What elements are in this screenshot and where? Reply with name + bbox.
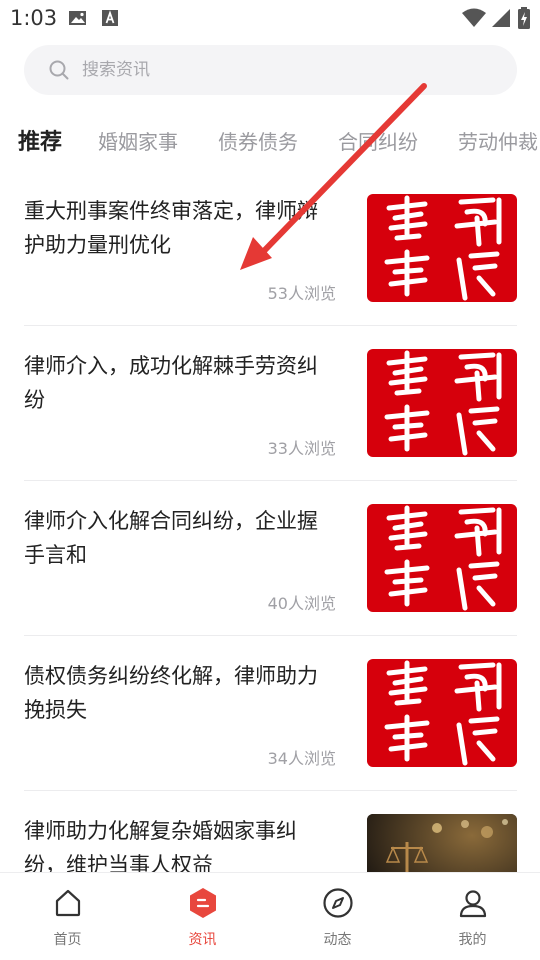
divider [24,325,517,326]
divider [24,790,517,791]
calligraphy-image [384,660,502,766]
nav-item-news[interactable]: 资讯 [135,873,270,960]
article-thumbnail [367,814,517,872]
a-notification-icon [102,10,118,26]
article-title: 律师介入，成功化解棘手劳资纠纷 [24,354,318,412]
scales-photo [367,814,517,872]
article-views: 34人浏览 [267,749,336,768]
nav-label: 首页 [53,932,82,948]
article-title: 重大刑事案件终审落定，律师辩护助力量刑优化 [24,199,318,257]
signal-icon [492,9,510,27]
battery-charging-icon [518,7,530,29]
article-thumbnail [367,504,517,612]
calligraphy-image [384,505,502,611]
status-time: 1:03 [10,6,58,30]
article-title: 律师助力化解复杂婚姻家事纠纷，维护当事人权益 [24,819,297,872]
news-icon [189,888,216,918]
tab-marriage-family[interactable]: 婚姻家事 [98,126,178,155]
tab-recommend[interactable]: 推荐 [18,124,62,156]
nav-label: 资讯 [188,932,217,948]
article-thumbnail [367,349,517,457]
status-bar: 1:03 [0,0,540,36]
article-title: 律师介入化解合同纠纷，企业握手言和 [24,509,318,567]
tab-labor-arbitration[interactable]: 劳动仲裁 [458,126,538,155]
profile-icon [459,890,486,918]
tab-debt[interactable]: 债券债务 [218,126,298,155]
wifi-icon [462,8,486,27]
article-thumbnail [367,659,517,767]
article-title: 债权债务纠纷终化解，律师助力挽损失 [24,664,318,722]
bottom-nav: 首页 资讯 动态 我的 [0,872,540,960]
nav-label: 动态 [323,932,352,948]
nav-item-profile[interactable]: 我的 [405,873,540,960]
article-thumbnail [367,194,517,302]
article-views: 40人浏览 [267,594,336,613]
tab-contract-dispute[interactable]: 合同纠纷 [338,126,418,155]
calligraphy-image [384,195,502,301]
search-input[interactable] [82,55,482,85]
divider [24,635,517,636]
article-views: 53人浏览 [267,284,336,303]
home-icon [55,889,80,917]
article-views: 33人浏览 [267,439,336,458]
nav-item-home[interactable]: 首页 [0,873,135,960]
compass-icon [322,888,353,918]
image-icon [69,11,86,25]
divider [24,480,517,481]
nav-item-dynamics[interactable]: 动态 [270,873,405,960]
nav-label: 我的 [458,932,487,948]
calligraphy-image [384,350,502,456]
article-row[interactable]: 律师助力化解复杂婚姻家事纠纷，维护当事人权益 [24,814,517,872]
search-icon [49,60,69,80]
